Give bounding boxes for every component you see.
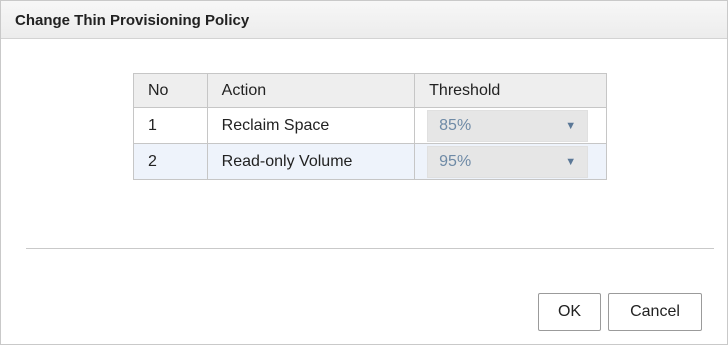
threshold-select-reclaim-space[interactable]: 85% ▼ <box>427 109 589 142</box>
divider <box>26 248 714 249</box>
policy-table: No Action Threshold 1 Reclaim Space 85% … <box>133 73 607 180</box>
column-header-no: No <box>133 73 208 108</box>
row-action: Reclaim Space <box>206 107 416 144</box>
row-threshold-cell: 95% ▼ <box>414 143 607 180</box>
dialog-title-bar: Change Thin Provisioning Policy <box>1 1 727 39</box>
chevron-down-icon: ▼ <box>565 155 577 168</box>
row-number: 1 <box>133 107 208 144</box>
threshold-select-value: 85% <box>439 116 472 134</box>
chevron-down-icon: ▼ <box>565 119 577 132</box>
table-row: 2 Read-only Volume 95% ▼ <box>133 143 607 180</box>
cancel-button[interactable]: Cancel <box>608 293 702 331</box>
column-header-threshold: Threshold <box>414 73 607 108</box>
threshold-select-read-only-volume[interactable]: 95% ▼ <box>427 145 589 178</box>
change-policy-dialog: Change Thin Provisioning Policy No Actio… <box>0 0 728 345</box>
dialog-title: Change Thin Provisioning Policy <box>15 12 250 29</box>
ok-button[interactable]: OK <box>538 293 601 331</box>
column-header-action: Action <box>206 73 416 108</box>
row-action: Read-only Volume <box>206 143 416 180</box>
table-row: 1 Reclaim Space 85% ▼ <box>133 107 607 144</box>
row-threshold-cell: 85% ▼ <box>414 107 607 144</box>
threshold-select-value: 95% <box>439 152 472 170</box>
table-header-row: No Action Threshold <box>133 73 607 108</box>
row-number: 2 <box>133 143 208 180</box>
